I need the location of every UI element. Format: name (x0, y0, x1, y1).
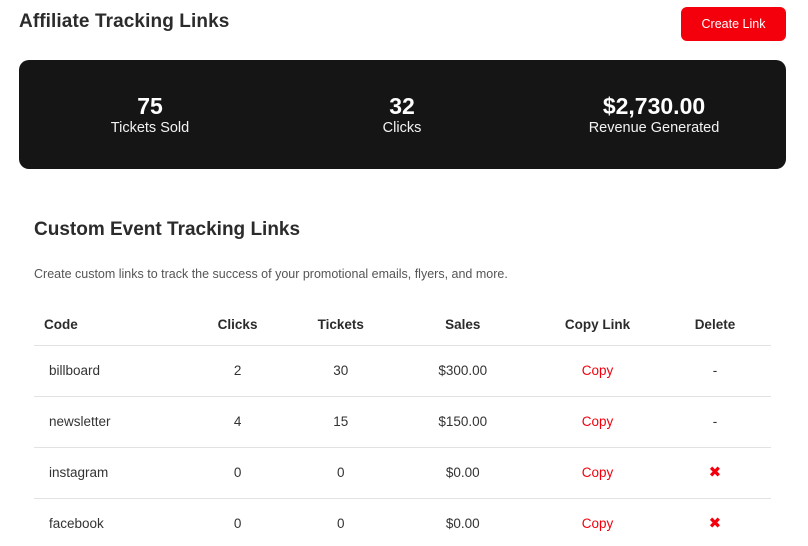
table-row: billboard 2 30 $300.00 Copy - (34, 345, 771, 397)
cell-clicks: 0 (183, 447, 293, 499)
cell-copy: Copy (536, 447, 659, 499)
stat-clicks: 32 Clicks (274, 92, 530, 137)
stat-value: $2,730.00 (602, 93, 706, 119)
cell-clicks: 4 (183, 396, 293, 448)
cell-delete: - (658, 396, 771, 448)
cell-copy: Copy (536, 498, 659, 546)
stat-label: Tickets Sold (110, 120, 190, 136)
cell-tickets: 0 (292, 498, 390, 546)
stats-panel: 75 Tickets Sold 32 Clicks $2,730.00 Reve… (19, 60, 786, 169)
column-header-delete: Delete (658, 305, 771, 346)
stat-label: Clicks (382, 120, 422, 136)
cell-delete: ✖ (658, 498, 771, 546)
cell-tickets: 0 (292, 447, 390, 499)
table-row: newsletter 4 15 $150.00 Copy - (34, 396, 771, 448)
cell-copy: Copy (536, 396, 659, 448)
cell-tickets: 30 (292, 345, 390, 397)
cell-sales: $150.00 (389, 396, 537, 448)
page-title: Affiliate Tracking Links (19, 11, 230, 32)
copy-link[interactable]: Copy (582, 363, 614, 378)
cell-code: newsletter (34, 396, 184, 448)
table-header-row: Code Clicks Tickets Sales Copy Link Dele… (34, 305, 771, 346)
close-x-icon[interactable]: ✖ (709, 465, 722, 480)
cell-delete: ✖ (658, 447, 771, 499)
cell-code: facebook (34, 498, 184, 546)
column-header-copy-link: Copy Link (536, 305, 659, 346)
cell-sales: $300.00 (389, 345, 537, 397)
section-description: Create custom links to track the success… (34, 267, 508, 281)
cell-tickets: 15 (292, 396, 390, 448)
page-header: Affiliate Tracking Links Create Link (19, 7, 786, 42)
cell-clicks: 0 (183, 498, 293, 546)
column-header-tickets: Tickets (292, 305, 390, 346)
tracking-links-table: Code Clicks Tickets Sales Copy Link Dele… (34, 305, 771, 546)
stat-value: 75 (137, 93, 163, 119)
cell-copy: Copy (536, 345, 659, 397)
section-title: Custom Event Tracking Links (34, 219, 301, 240)
close-x-icon[interactable]: ✖ (709, 516, 722, 531)
copy-link[interactable]: Copy (582, 465, 614, 480)
column-header-sales: Sales (389, 305, 537, 346)
table-row: facebook 0 0 $0.00 Copy ✖ (34, 498, 771, 546)
tracking-links-section: Custom Event Tracking Links Create custo… (34, 216, 771, 282)
cell-code: billboard (34, 345, 184, 397)
stat-label: Revenue Generated (588, 120, 720, 136)
cell-delete: - (658, 345, 771, 397)
stat-tickets-sold: 75 Tickets Sold (22, 92, 278, 137)
cell-sales: $0.00 (389, 447, 537, 499)
cell-sales: $0.00 (389, 498, 537, 546)
stat-revenue: $2,730.00 Revenue Generated (526, 92, 782, 137)
stat-value: 32 (389, 93, 415, 119)
cell-clicks: 2 (183, 345, 293, 397)
table-row: instagram 0 0 $0.00 Copy ✖ (34, 447, 771, 499)
column-header-clicks: Clicks (183, 305, 293, 346)
copy-link[interactable]: Copy (582, 516, 614, 531)
cell-code: instagram (34, 447, 184, 499)
create-link-button[interactable]: Create Link (681, 7, 786, 41)
column-header-code: Code (34, 305, 184, 346)
copy-link[interactable]: Copy (582, 414, 614, 429)
